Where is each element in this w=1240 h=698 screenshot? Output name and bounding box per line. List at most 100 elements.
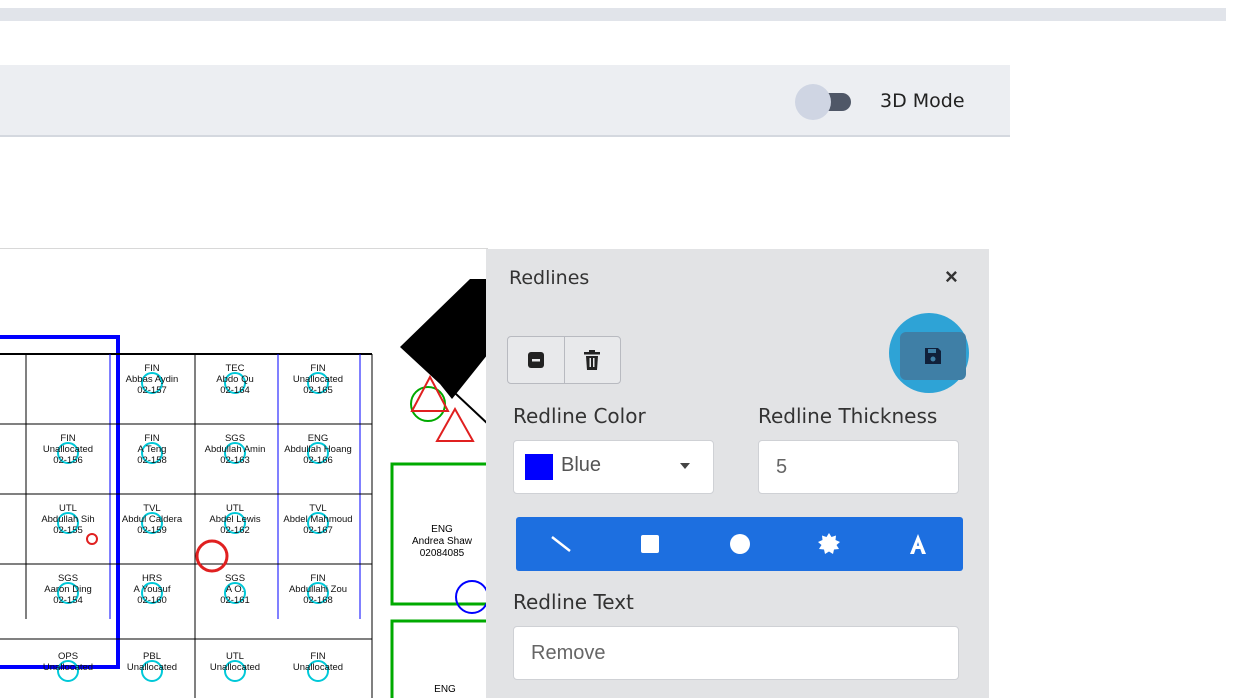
room-dept: FIN bbox=[310, 573, 325, 584]
room-number: 02-160 bbox=[137, 595, 167, 606]
room-number: 02-154 bbox=[53, 595, 83, 606]
room-dept: TVL bbox=[309, 503, 326, 514]
room-occupant: Abdel Mahmoud bbox=[283, 514, 352, 525]
floppy-disk-icon bbox=[925, 348, 941, 364]
eng-office2-dept: ENG bbox=[434, 684, 456, 695]
top-bar-highlight bbox=[0, 0, 1226, 8]
delete-button[interactable] bbox=[563, 337, 620, 383]
room-dept: PBL bbox=[143, 651, 161, 662]
redline-text-input[interactable] bbox=[513, 626, 959, 680]
map-toolbar bbox=[0, 65, 1010, 137]
line-icon bbox=[550, 536, 571, 552]
room-occupant: A Yousuf bbox=[134, 584, 171, 595]
thickness-label: Redline Thickness bbox=[758, 404, 938, 428]
room-number: 02-166 bbox=[303, 455, 333, 466]
room-number: 02-161 bbox=[220, 595, 250, 606]
room-number: 02-156 bbox=[53, 455, 83, 466]
eng-office-number: 02084085 bbox=[420, 548, 465, 559]
room-dept: FIN bbox=[310, 363, 325, 374]
eng-office-dept: ENG bbox=[431, 524, 453, 535]
collapse-button[interactable] bbox=[508, 337, 564, 383]
room-occupant: Abdel Lewis bbox=[209, 514, 260, 525]
no-entry-marker bbox=[86, 533, 98, 545]
redline-actions bbox=[507, 336, 621, 384]
floor-plan-map[interactable]: FIN Abbas Aydin 02-157 TEC Abdo Qu 02-164 FIN U… bbox=[0, 248, 488, 698]
redline-color-select[interactable]: Blue bbox=[513, 440, 714, 494]
room-dept: FIN bbox=[144, 433, 159, 444]
room-occupant: Unallocated bbox=[43, 662, 93, 673]
color-label: Redline Color bbox=[513, 404, 646, 428]
room-dept: UTL bbox=[226, 651, 244, 662]
room-dept: ENG bbox=[308, 433, 329, 444]
room-occupant: Unallocated bbox=[293, 374, 343, 385]
room-number: 02-158 bbox=[137, 455, 167, 466]
table-symbol bbox=[455, 580, 488, 614]
redline-thickness-input[interactable] bbox=[758, 440, 959, 494]
room-occupant: A Teng bbox=[138, 444, 167, 455]
room-occupant: Unallocated bbox=[127, 662, 177, 673]
minus-square-icon bbox=[527, 352, 544, 368]
room-number: 02-163 bbox=[220, 455, 250, 466]
line-tool-button[interactable] bbox=[516, 517, 605, 571]
room-dept: HRS bbox=[142, 573, 162, 584]
room-dept: SGS bbox=[225, 433, 245, 444]
room-number: 02-164 bbox=[220, 385, 250, 396]
square-icon bbox=[641, 535, 660, 553]
room-occupant: Abdo Qu bbox=[216, 374, 254, 385]
room-labels: FINAbbas Aydin02-157TECAbdo Qu02-164FINU… bbox=[41, 363, 353, 682]
room-dept: TEC bbox=[226, 363, 245, 374]
room-number: 02-155 bbox=[53, 525, 83, 536]
redlines-panel: Redlines × Redline Color Redline Thickne… bbox=[486, 249, 989, 698]
panel-title: Redlines bbox=[509, 267, 590, 289]
room-occupant: Unallocated bbox=[210, 662, 260, 673]
room-occupant: Abdullah Sih bbox=[41, 514, 94, 525]
3d-mode-label: 3D Mode bbox=[880, 90, 965, 112]
room-number: 02-165 bbox=[303, 385, 333, 396]
room-number: 02-168 bbox=[303, 595, 333, 606]
room-occupant: Unallocated bbox=[43, 444, 93, 455]
room-dept: FIN bbox=[60, 433, 75, 444]
text-label: Redline Text bbox=[513, 590, 634, 614]
cloud-tool-button[interactable] bbox=[784, 517, 873, 571]
color-swatch bbox=[525, 454, 553, 480]
room-number: 02-157 bbox=[137, 385, 167, 396]
circle-tool-button[interactable] bbox=[695, 517, 784, 571]
room-dept: UTL bbox=[59, 503, 77, 514]
text-icon bbox=[910, 534, 927, 554]
room-occupant: Abdullah Hoang bbox=[284, 444, 352, 455]
room-number: 02-167 bbox=[303, 525, 333, 536]
chevron-down-icon bbox=[680, 463, 690, 469]
room-dept: UTL bbox=[226, 503, 244, 514]
room-occupant: Abdul Caldera bbox=[122, 514, 183, 525]
room-number: 02-162 bbox=[220, 525, 250, 536]
3d-mode-toggle[interactable] bbox=[795, 84, 857, 120]
room-occupant: Unallocated bbox=[293, 662, 343, 673]
room-dept: FIN bbox=[144, 363, 159, 374]
room-occupant: Abdullah Amin bbox=[205, 444, 266, 455]
room-occupant: Abbas Aydin bbox=[126, 374, 179, 385]
red-circle-redline bbox=[195, 539, 229, 573]
burst-icon bbox=[817, 533, 840, 554]
circle-icon bbox=[729, 534, 750, 554]
close-icon[interactable]: × bbox=[945, 264, 958, 290]
room-occupant: Abdullahi Zou bbox=[289, 584, 347, 595]
stair-line bbox=[439, 378, 488, 425]
toggle-knob bbox=[795, 84, 831, 120]
room-dept: TVL bbox=[143, 503, 160, 514]
room-occupant: Aaron Ding bbox=[44, 584, 92, 595]
room-dept: SGS bbox=[58, 573, 78, 584]
save-button[interactable] bbox=[900, 332, 966, 380]
rectangle-tool-button[interactable] bbox=[605, 517, 694, 571]
room-dept: OPS bbox=[58, 651, 78, 662]
text-tool-button[interactable] bbox=[874, 517, 963, 571]
trash-icon bbox=[584, 350, 601, 370]
room-dept: SGS bbox=[225, 573, 245, 584]
zone-outline bbox=[0, 335, 120, 669]
room-number: 02-159 bbox=[137, 525, 167, 536]
floor-plan-drawing[interactable]: FINAbbas Aydin02-157TECAbdo Qu02-164FINU… bbox=[0, 249, 488, 698]
color-value: Blue bbox=[561, 454, 602, 476]
room-occupant: A O. bbox=[226, 584, 244, 595]
shape-toolbar bbox=[516, 517, 963, 571]
room-dept: FIN bbox=[310, 651, 325, 662]
eng-office-name: Andrea Shaw bbox=[412, 536, 473, 547]
